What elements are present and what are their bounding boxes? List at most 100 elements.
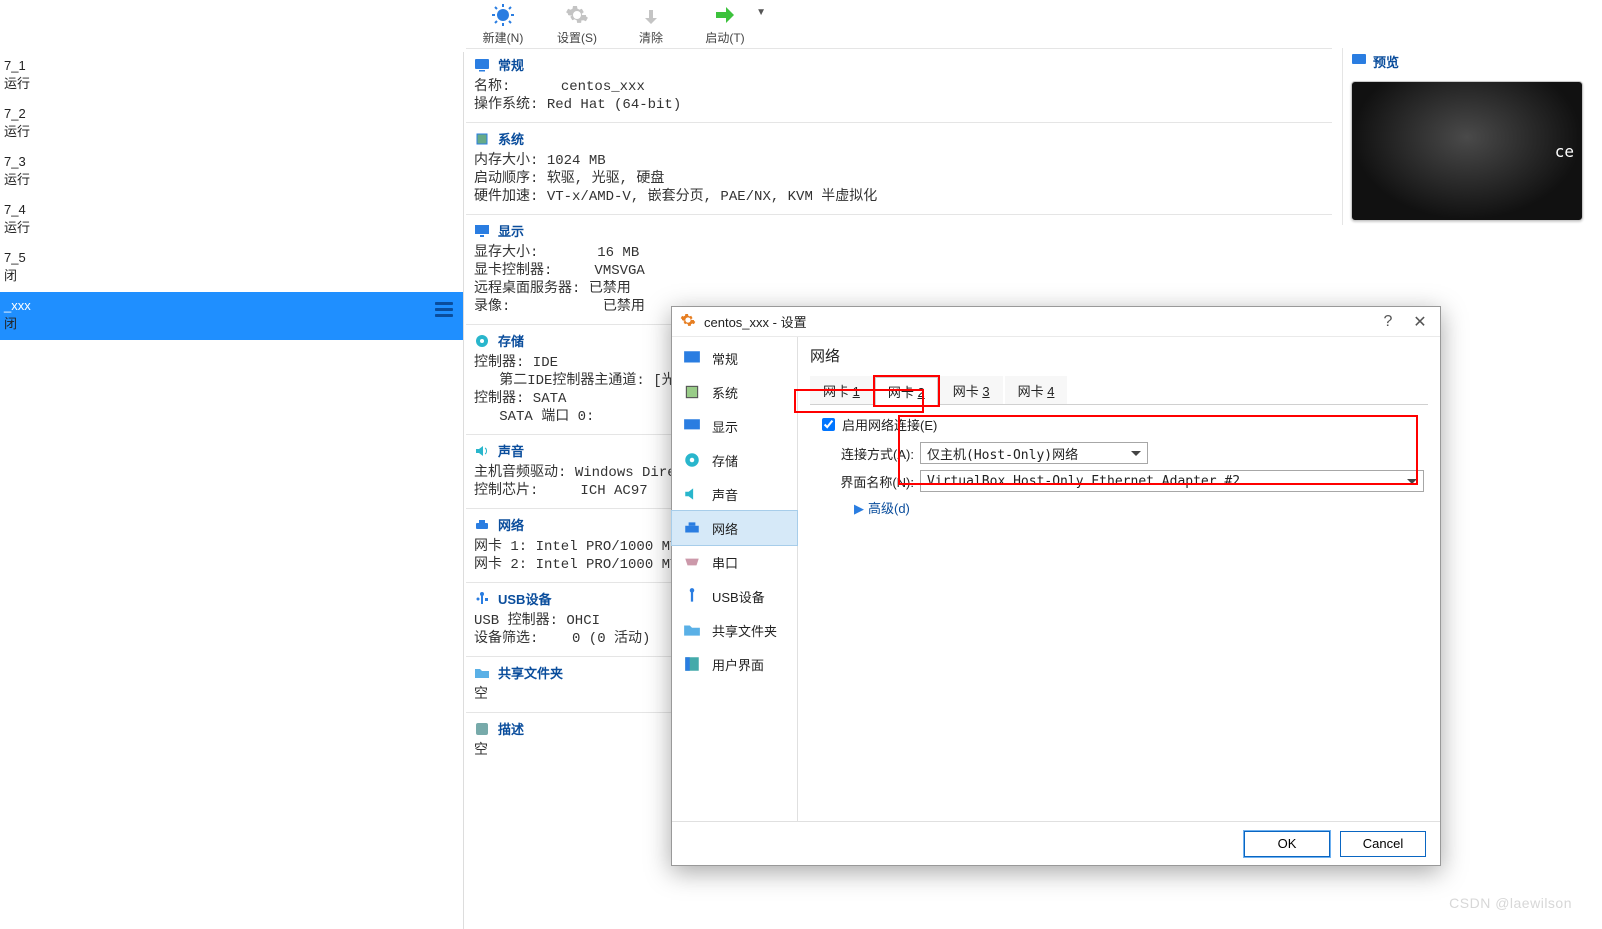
section-title: 显示 xyxy=(498,221,524,240)
tab-nic2[interactable]: 网卡 2 xyxy=(875,377,938,405)
discard-button[interactable]: 清除 xyxy=(624,3,678,46)
cat-audio[interactable]: 声音 xyxy=(672,477,797,511)
section-title: 常规 xyxy=(498,55,524,74)
disk-icon xyxy=(682,450,702,470)
ok-button[interactable]: OK xyxy=(1244,831,1330,857)
gear-icon xyxy=(680,312,696,331)
vm-name: 7_2 xyxy=(4,106,463,121)
enable-checkbox-input[interactable] xyxy=(822,418,835,431)
section-title: 存储 xyxy=(498,331,524,350)
tab-nic4[interactable]: 网卡 4 xyxy=(1005,376,1068,404)
monitor-icon xyxy=(1351,52,1367,71)
cat-shared[interactable]: 共享文件夹 xyxy=(672,613,797,647)
vm-name: _xxx xyxy=(4,298,463,313)
vm-list: 7_1 运行 7_2 运行 7_3 运行 7_4 运行 7_5 闭 _xxx 闭 xyxy=(0,52,464,929)
start-button[interactable]: 启动(T) ▼ xyxy=(698,3,752,46)
watermark: CSDN @laewilson xyxy=(1449,895,1572,911)
preview-thumbnail[interactable]: ce xyxy=(1351,81,1583,221)
iface-label: 界面名称(N): xyxy=(814,472,914,491)
discard-icon xyxy=(637,3,665,27)
sun-icon xyxy=(489,3,517,27)
vm-name: 7_4 xyxy=(4,202,463,217)
settings-label: 设置(S) xyxy=(557,29,597,46)
gear-icon xyxy=(563,3,591,27)
enable-network-checkbox[interactable]: 启用网络连接(E) xyxy=(818,415,1424,434)
attach-mode-dropdown[interactable]: 仅主机(Host-Only)网络 xyxy=(920,442,1148,464)
dialog-footer: OK Cancel xyxy=(672,821,1440,865)
dialog-title: centos_xxx - 设置 xyxy=(704,312,1368,331)
attach-label: 连接方式(A): xyxy=(814,444,914,463)
section-general: 常规 名称: centos_xxx 操作系统: Red Hat (64-bit) xyxy=(466,48,1332,122)
section-title: 共享文件夹 xyxy=(498,663,563,682)
help-button[interactable]: ? xyxy=(1376,313,1400,331)
speaker-icon xyxy=(474,443,490,459)
vm-state: 运行 xyxy=(4,217,463,236)
display-icon xyxy=(682,416,702,436)
settings-button[interactable]: 设置(S) xyxy=(550,3,604,46)
page-heading: 网络 xyxy=(810,345,1428,366)
network-icon xyxy=(682,518,702,538)
monitor-icon xyxy=(474,57,490,73)
tab-nic3[interactable]: 网卡 3 xyxy=(940,376,1003,404)
list-view-icon[interactable] xyxy=(435,302,453,317)
cat-usb[interactable]: USB设备 xyxy=(672,579,797,613)
usb-icon xyxy=(474,591,490,607)
vm-list-item[interactable]: 7_3 运行 xyxy=(0,148,463,196)
section-system: 系统 内存大小: 1024 MB 启动顺序: 软驱, 光驱, 硬盘 硬件加速: … xyxy=(466,122,1332,214)
cat-system[interactable]: 系统 xyxy=(672,375,797,409)
new-vm-button[interactable]: 新建(N) xyxy=(476,3,530,46)
start-arrow-icon xyxy=(711,3,739,27)
monitor-icon xyxy=(682,348,702,368)
thumb-text: ce xyxy=(1555,142,1574,161)
serial-icon xyxy=(682,552,702,572)
cat-network[interactable]: 网络 xyxy=(672,511,797,545)
vm-name: 7_1 xyxy=(4,58,463,73)
folder-icon xyxy=(474,665,490,681)
usb-icon xyxy=(682,586,702,606)
cancel-button[interactable]: Cancel xyxy=(1340,831,1426,857)
tab-nic1[interactable]: 网卡 1 xyxy=(810,376,873,404)
vm-list-item[interactable]: 7_1 运行 xyxy=(0,52,463,100)
close-button[interactable]: ✕ xyxy=(1408,312,1432,332)
start-label: 启动(T) xyxy=(705,29,744,46)
vm-state: 闭 xyxy=(4,313,463,332)
section-title: USB设备 xyxy=(498,589,551,608)
vm-state: 闭 xyxy=(4,265,463,284)
display-icon xyxy=(474,223,490,239)
dialog-main: 网络 网卡 1 网卡 2 网卡 3 网卡 4 启用网络连接(E) 连接方式(A)… xyxy=(798,337,1440,821)
section-title: 系统 xyxy=(498,129,524,148)
vm-name: 7_5 xyxy=(4,250,463,265)
advanced-toggle[interactable]: ▶高级(d) xyxy=(854,498,1424,517)
cat-serial[interactable]: 串口 xyxy=(672,545,797,579)
cat-ui[interactable]: 用户界面 xyxy=(672,647,797,681)
cat-general[interactable]: 常规 xyxy=(672,341,797,375)
dropdown-caret-icon[interactable]: ▼ xyxy=(756,7,766,18)
vm-list-item[interactable]: 7_5 闭 xyxy=(0,244,463,292)
layout-icon xyxy=(682,654,702,674)
discard-label: 清除 xyxy=(639,29,663,46)
speaker-icon xyxy=(682,484,702,504)
preview-panel: 预览 ce xyxy=(1342,48,1602,225)
vm-state: 运行 xyxy=(4,169,463,188)
cat-storage[interactable]: 存储 xyxy=(672,443,797,477)
interface-name-dropdown[interactable]: VirtualBox Host-Only Ethernet Adapter #2 xyxy=(920,470,1424,492)
preview-title: 预览 xyxy=(1373,52,1399,71)
chip-icon xyxy=(682,382,702,402)
settings-dialog: centos_xxx - 设置 ? ✕ 常规 系统 显示 存储 声音 网络 串口… xyxy=(671,306,1441,866)
vm-list-item-selected[interactable]: _xxx 闭 xyxy=(0,292,463,340)
vm-name: 7_3 xyxy=(4,154,463,169)
section-title: 声音 xyxy=(498,441,524,460)
new-label: 新建(N) xyxy=(483,29,524,46)
disk-icon xyxy=(474,333,490,349)
nic-tabs: 网卡 1 网卡 2 网卡 3 网卡 4 xyxy=(810,376,1428,405)
vm-list-item[interactable]: 7_4 运行 xyxy=(0,196,463,244)
dialog-titlebar[interactable]: centos_xxx - 设置 ? ✕ xyxy=(672,307,1440,337)
vm-state: 运行 xyxy=(4,73,463,92)
vm-list-item[interactable]: 7_2 运行 xyxy=(0,100,463,148)
vm-state: 运行 xyxy=(4,121,463,140)
category-list: 常规 系统 显示 存储 声音 网络 串口 USB设备 共享文件夹 用户界面 xyxy=(672,337,798,821)
cat-display[interactable]: 显示 xyxy=(672,409,797,443)
folder-icon xyxy=(682,620,702,640)
section-title: 描述 xyxy=(498,719,524,738)
network-icon xyxy=(474,517,490,533)
